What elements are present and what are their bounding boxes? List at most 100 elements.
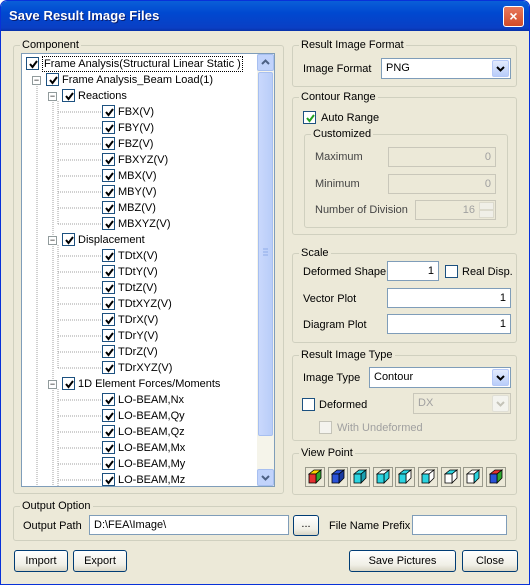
title-bar[interactable]: Save Result Image Files × [1,1,529,31]
tree-item[interactable]: LO-BEAM,Qy [22,408,258,424]
scroll-up-icon[interactable] [257,54,274,71]
tree-item[interactable]: − Displacement [22,232,258,248]
tree-item-checkbox[interactable] [102,329,115,342]
iso-view-3-icon[interactable] [485,467,506,487]
tree-item-checkbox[interactable] [102,249,115,262]
auto-range-checkbox[interactable] [303,111,316,124]
collapse-icon[interactable]: − [32,76,41,85]
scroll-down-icon[interactable] [257,469,274,486]
deformed-select[interactable]: DX [413,393,511,414]
tree-item-checkbox[interactable] [102,265,115,278]
chevron-down-icon[interactable] [492,60,509,77]
tree-item-checkbox[interactable] [102,169,115,182]
front-view-icon[interactable] [327,467,348,487]
collapse-icon[interactable]: − [48,92,57,101]
with-undeformed-checkbox[interactable] [319,421,332,434]
close-button[interactable]: Close [462,550,518,572]
tree-item[interactable]: LO-BEAM,Nx [22,392,258,408]
tree-item-checkbox[interactable] [102,409,115,422]
tree-scrollbar[interactable] [257,54,274,486]
tree-item[interactable]: TDtZ(V) [22,280,258,296]
iso-view-icon[interactable] [305,467,325,487]
tree-item-checkbox[interactable] [102,137,115,150]
tree-item-checkbox[interactable] [102,345,115,358]
division-input[interactable]: 16 [415,200,496,220]
tree-item[interactable]: LO-BEAM,My [22,456,258,472]
top-view-icon[interactable] [418,467,438,487]
minimum-input[interactable]: 0 [388,174,496,194]
image-type-select[interactable]: Contour [369,367,511,388]
tree-item-checkbox[interactable] [102,393,115,406]
browse-button[interactable]: ... [293,515,319,536]
tree-item[interactable]: MBXYZ(V) [22,216,258,232]
tree-item-checkbox[interactable] [102,313,115,326]
export-button[interactable]: Export [73,550,127,572]
tree-item[interactable]: MBY(V) [22,184,258,200]
tree-item[interactable]: − 1D Element Forces/Moments [22,376,258,392]
tree-item-checkbox[interactable] [102,217,115,230]
left-view-icon[interactable] [372,467,393,487]
collapse-icon[interactable]: − [48,236,57,245]
tree-item-checkbox[interactable] [102,441,115,454]
tree-item-checkbox[interactable] [102,281,115,294]
tree-item-checkbox[interactable] [62,377,75,390]
component-tree[interactable]: LO-BEAM,Mz LO-BEAM,My LO-BEAM,Mx LO-BEAM,Qz… [21,53,275,487]
save-pictures-button[interactable]: Save Pictures [349,550,456,572]
tree-item[interactable]: − Reactions [22,88,258,104]
tree-item-checkbox[interactable] [102,457,115,470]
tree-item[interactable]: − Frame Analysis_Beam Load(1) [22,72,258,88]
tree-item[interactable]: TDtXYZ(V) [22,296,258,312]
spin-up-icon[interactable] [479,202,494,210]
chevron-down-icon[interactable] [492,395,509,412]
right-view-icon[interactable] [395,467,416,487]
iso-view-2-icon[interactable] [463,467,484,487]
file-name-prefix-input[interactable] [412,515,507,535]
tree-item-checkbox[interactable] [102,201,115,214]
tree-item[interactable]: LO-BEAM,Qz [22,424,258,440]
tree-item-checkbox[interactable] [46,73,59,86]
spin-down-icon[interactable] [479,210,494,218]
tree-item[interactable]: TDrY(V) [22,328,258,344]
tree-item[interactable]: FBZ(V) [22,136,258,152]
tree-item-checkbox[interactable] [102,105,115,118]
vector-plot-input[interactable]: 1 [387,288,511,308]
tree-item-checkbox[interactable] [62,233,75,246]
tree-item[interactable]: TDrX(V) [22,312,258,328]
tree-item-checkbox[interactable] [102,121,115,134]
diagram-plot-input[interactable]: 1 [387,314,511,334]
output-path-input[interactable]: D:\FEA\Image\ [89,515,289,535]
tree-item[interactable]: FBY(V) [22,120,258,136]
tree-item[interactable]: Frame Analysis(Structural Linear Static … [22,56,258,72]
import-button[interactable]: Import [14,550,68,572]
tree-item[interactable]: FBX(V) [22,104,258,120]
tree-item[interactable]: TDtX(V) [22,248,258,264]
tree-item[interactable]: MBX(V) [22,168,258,184]
collapse-icon[interactable]: − [48,380,57,389]
real-disp-checkbox[interactable] [445,265,458,278]
close-icon[interactable]: × [503,6,524,27]
tree-item-checkbox[interactable] [102,153,115,166]
tree-item-checkbox[interactable] [102,361,115,374]
tree-item[interactable]: LO-BEAM,Mz [22,472,258,486]
back-view-icon[interactable] [350,467,371,487]
tree-item[interactable]: TDrZ(V) [22,344,258,360]
chevron-down-icon[interactable] [492,369,509,386]
scroll-thumb[interactable] [258,72,273,436]
tree-item-checkbox[interactable] [62,89,75,102]
tree-item-checkbox[interactable] [26,57,39,70]
tree-item-checkbox[interactable] [102,185,115,198]
tree-item[interactable]: TDtY(V) [22,264,258,280]
maximum-input[interactable]: 0 [388,147,496,167]
image-format-select[interactable]: PNG [381,58,511,79]
division-spinner[interactable] [479,202,494,218]
deformed-shape-input[interactable]: 1 [387,261,439,281]
bottom-view-icon[interactable] [440,467,461,487]
tree-item[interactable]: FBXYZ(V) [22,152,258,168]
tree-item[interactable]: MBZ(V) [22,200,258,216]
deformed-checkbox[interactable] [302,398,315,411]
tree-item[interactable]: TDrXYZ(V) [22,360,258,376]
tree-item[interactable]: LO-BEAM,Mx [22,440,258,456]
tree-item-checkbox[interactable] [102,473,115,486]
tree-item-checkbox[interactable] [102,425,115,438]
tree-item-checkbox[interactable] [102,297,115,310]
